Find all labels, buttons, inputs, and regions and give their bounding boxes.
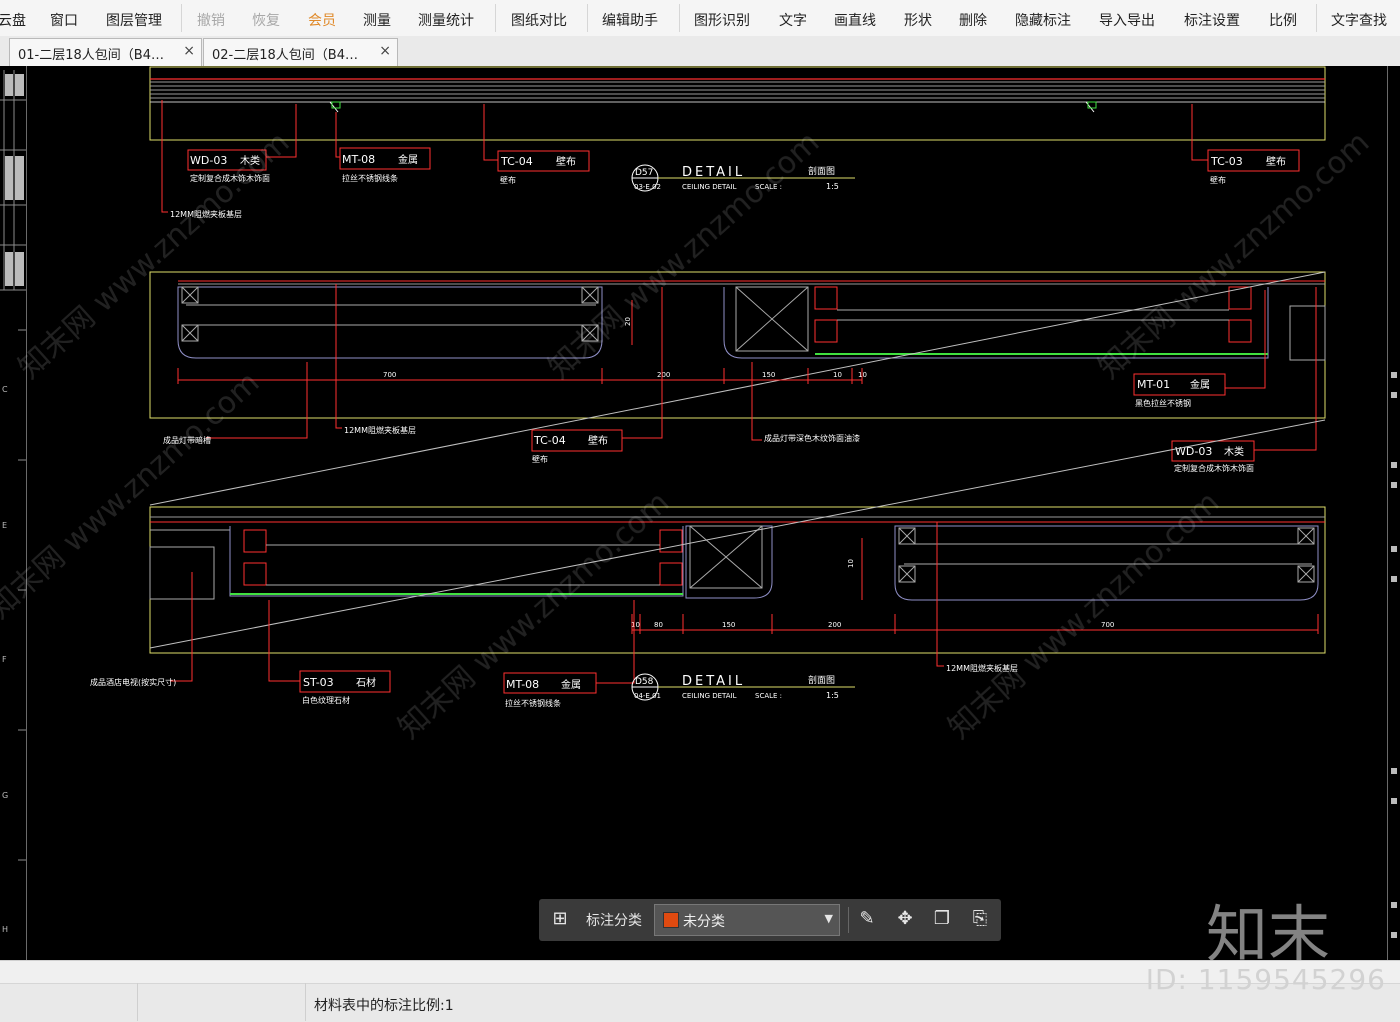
detail-d57-subtitle: CEILING DETAIL (682, 183, 737, 191)
tag-mt08-top-code: MT-08 (342, 153, 375, 166)
document-tab-01[interactable]: 01-二层18人包间（B4… × (9, 38, 202, 66)
tag-wd03-mid-code: WD-03 (1175, 445, 1212, 458)
dim-mid-10b: 10 (858, 371, 867, 379)
right-ruler-marks (1391, 372, 1397, 938)
tab-close-icon[interactable]: × (183, 43, 195, 59)
tag-tc04-mid-note: 壁布 (532, 454, 548, 464)
ruler-letter-e: E (2, 521, 7, 530)
status-scale-text: 材料表中的标注比例:1 (314, 998, 454, 1014)
top-toolbar: 云盘 窗口 图层管理 撤销 恢复 会员 测量 测量统计 图纸对比 编辑助手 图形… (0, 0, 1400, 37)
detail-d58-title-text: DETAIL (682, 674, 745, 689)
toolbar-separator (679, 4, 680, 32)
detail-d58-sheet: 04-E.01 (634, 692, 661, 700)
tag-wd03-mid-mat: 木类 (1224, 445, 1244, 458)
tag-tc04-top-note: 壁布 (500, 175, 516, 185)
tag-tc03-top-note: 壁布 (1210, 175, 1226, 185)
dim-bot-10: 10 (631, 621, 640, 629)
detail-d58-scale: 1:5 (826, 691, 839, 700)
edit-icon[interactable]: ✎ (856, 908, 878, 930)
svg-text:知末网 www.znzmo.com: 知末网 www.znzmo.com (0, 365, 266, 626)
detail-d57-title-text: DETAIL (682, 165, 745, 180)
tag-st03-bot-note: 白色纹理石材 (302, 695, 350, 705)
tab-close-icon[interactable]: × (379, 43, 391, 59)
ruler-letter-h: H (2, 925, 8, 934)
detail-d58-subtitle: CEILING DETAIL (682, 692, 737, 700)
toolbar-separator (587, 4, 588, 32)
tag-mt01-mid-mat: 金属 (1190, 378, 1210, 391)
dim-bot-200: 200 (828, 621, 841, 629)
dim-bot-700: 700 (1101, 621, 1114, 629)
annotation-toolbar: ⊞ 标注分类 未分类 ▼ ✎ ✥ ❐ ⎘ (539, 899, 1001, 941)
annotation-category-value: 未分类 (683, 914, 725, 930)
tag-wd03-top-code: WD-03 (190, 154, 227, 167)
tag-mt08-bot-mat: 金属 (561, 678, 581, 691)
annotation-category-select[interactable]: 未分类 ▼ (654, 904, 840, 936)
category-color-swatch (663, 912, 679, 928)
toolbar-separator (1316, 4, 1317, 32)
tag-mt01-mid-note: 黑色拉丝不锈钢 (1135, 398, 1191, 408)
detail-d58-title-cn: 剖面图 (808, 674, 835, 686)
dim-mid-700: 700 (383, 371, 396, 379)
tag-tc04-mid-code: TC-04 (533, 434, 566, 447)
grid-apps-icon[interactable]: ⊞ (549, 908, 571, 930)
tag-mt08-bot-note: 拉丝不锈钢线条 (505, 698, 561, 708)
dim-mid-200: 200 (657, 371, 670, 379)
document-tab-02[interactable]: 02-二层18人包间（B4… × (203, 38, 398, 66)
status-cell (0, 983, 138, 1021)
tag-wd03-mid-note: 定制复合成木饰木饰面 (1174, 463, 1254, 473)
panel-separator (848, 907, 849, 933)
tag-mt08-top-mat: 金属 (398, 153, 418, 166)
annotation-category-label: 标注分类 (586, 913, 642, 929)
toolbar-separator (181, 4, 182, 32)
detail-d58-number: D58 (635, 677, 654, 687)
tag-st03-bot-code: ST-03 (303, 676, 334, 689)
dim-mid-10a: 10 (833, 371, 842, 379)
dim-bot-80: 80 (654, 621, 663, 629)
copy-icon[interactable]: ❐ (931, 908, 953, 930)
tag-mt01-mid-code: MT-01 (1137, 378, 1170, 391)
tag-tc04-mid-mat: 壁布 (588, 434, 608, 447)
label-board-mid: 12MM阻燃夹板基层 (344, 425, 416, 435)
ruler-letter-c: C (2, 385, 8, 394)
tag-tc03-top-code: TC-03 (1210, 155, 1243, 168)
drawing-canvas[interactable]: C E F G H WD-03 木类 定制复合成木饰木饰面 MT-08 金属 拉… (0, 66, 1400, 960)
label-tv-bot: 成品酒店电视(按实尺寸) (90, 677, 176, 687)
document-tab-bar: 01-二层18人包间（B4… × 02-二层18人包间（B4… × (0, 36, 1400, 67)
section-d57-ceiling (149, 66, 1326, 141)
tag-tc04-top-code: TC-04 (500, 155, 533, 168)
toolbar-separator (495, 4, 496, 32)
paste-icon[interactable]: ⎘ (969, 908, 991, 930)
tag-mt08-bot-code: MT-08 (506, 678, 539, 691)
dim-bot-150: 150 (722, 621, 735, 629)
svg-text:知末网 www.znzmo.com: 知末网 www.znzmo.com (942, 485, 1226, 746)
detail-d57-scale: 1:5 (826, 182, 839, 191)
label-paint-mid: 成品灯带深色木纹饰面油漆 (764, 433, 860, 443)
detail-d57-title-cn: 剖面图 (808, 165, 835, 177)
tag-st03-bot-mat: 石材 (356, 676, 376, 689)
chevron-down-icon: ▼ (824, 912, 833, 925)
cad-drawing: C E F G H WD-03 木类 定制复合成木饰木饰面 MT-08 金属 拉… (0, 66, 1397, 938)
svg-text:知末网 www.znzmo.com: 知末网 www.znzmo.com (12, 125, 296, 386)
detail-d57-sheet: 03-E.02 (634, 183, 661, 191)
move-icon[interactable]: ✥ (894, 908, 916, 930)
detail-d57-number: D57 (635, 168, 653, 178)
dim-bot-vertical-10: 10 (847, 559, 855, 568)
image-id-watermark: ID: 1159545296 (1145, 963, 1386, 996)
status-cell (137, 983, 306, 1021)
dim-mid-150: 150 (762, 371, 775, 379)
tag-mt08-top-note: 拉丝不锈钢线条 (342, 173, 398, 183)
tag-tc04-top-mat: 壁布 (556, 155, 576, 168)
detail-d58-scale-label: SCALE : (755, 692, 782, 700)
ruler-letter-f: F (2, 655, 7, 664)
ruler-letter-g: G (2, 791, 8, 800)
tag-tc03-top-mat: 壁布 (1266, 155, 1286, 168)
